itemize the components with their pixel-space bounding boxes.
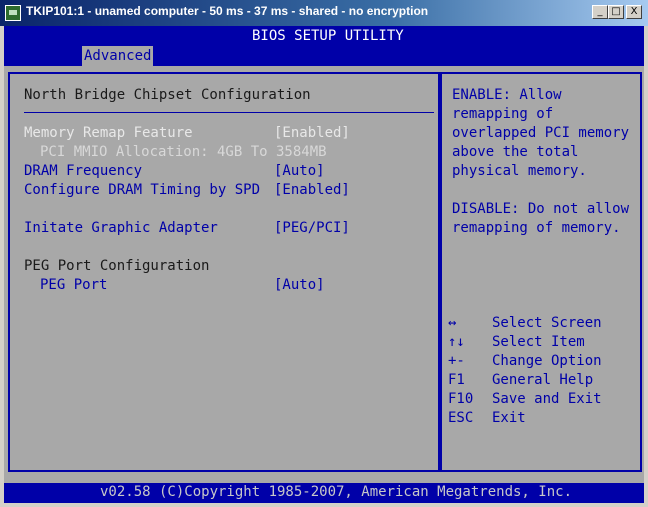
key-change-option-desc: Change Option [492,353,602,369]
key-select-screen: ↔ [448,315,457,331]
dram-frequency-label[interactable]: DRAM Frequency [24,162,142,181]
bios-footer: v02.58 (C)Copyright 1985-2007, American … [4,483,644,503]
graphic-adapter-label[interactable]: Initate Graphic Adapter [24,219,218,238]
app-icon [5,5,21,21]
close-button[interactable]: X [626,5,642,19]
bios-title: BIOS SETUP UTILITY [252,28,404,44]
window-title: TKIP101:1 - unamed computer - 50 ms - 37… [26,4,429,18]
copyright-text: v02.58 (C)Copyright 1985-2007, American … [100,484,573,500]
key-change-option: +- [448,353,465,369]
tab-advanced[interactable]: Advanced [82,46,154,66]
memory-remap-value[interactable]: [Enabled] [274,124,350,143]
minimize-button[interactable]: _ [592,5,608,19]
bios-header: BIOS SETUP UTILITY [4,26,644,46]
help-text-line: physical memory. [452,163,587,179]
key-save-exit-desc: Save and Exit [492,391,602,407]
key-select-item-desc: Select Item [492,334,585,350]
dram-timing-spd-label[interactable]: Configure DRAM Timing by SPD [24,181,260,200]
help-text-line: DISABLE: Do not allow [452,201,630,217]
key-save-exit: F10 [448,391,474,407]
settings-panel: North Bridge Chipset Configuration Memor… [8,72,440,472]
help-text-line: above the total [452,144,579,160]
help-text-line: overlapped PCI memory [452,125,630,141]
pci-mmio-allocation-info: PCI MMIO Allocation: 4GB To 3584MB [40,144,327,160]
help-text-line: ENABLE: Allow [452,87,562,103]
help-text-line: remapping of memory. [452,220,621,236]
graphic-adapter-value[interactable]: [PEG/PCI] [274,219,350,238]
help-text-line: remapping of [452,106,554,122]
key-select-screen-desc: Select Screen [492,315,602,331]
memory-remap-label[interactable]: Memory Remap Feature [24,124,193,143]
key-exit: ESC [448,410,474,426]
dram-frequency-value[interactable]: [Auto] [274,162,325,181]
key-general-help-desc: General Help [492,372,594,388]
help-panel: ENABLE: Allow remapping of overlapped PC… [440,72,642,472]
peg-port-config-heading: PEG Port Configuration [24,258,210,274]
dram-timing-spd-value[interactable]: [Enabled] [274,181,350,200]
maximize-button[interactable]: □ [608,5,624,19]
peg-port-label[interactable]: PEG Port [40,276,107,295]
key-general-help: F1 [448,372,465,388]
peg-port-value[interactable]: [Auto] [274,276,325,295]
bios-tab-bar: Advanced [4,46,644,66]
key-select-item: ↑↓ [448,334,465,350]
section-title: North Bridge Chipset Configuration [24,87,311,103]
section-divider [24,112,434,113]
bios-screen: BIOS SETUP UTILITY Advanced North Bridge… [4,26,644,503]
key-exit-desc: Exit [492,410,526,426]
